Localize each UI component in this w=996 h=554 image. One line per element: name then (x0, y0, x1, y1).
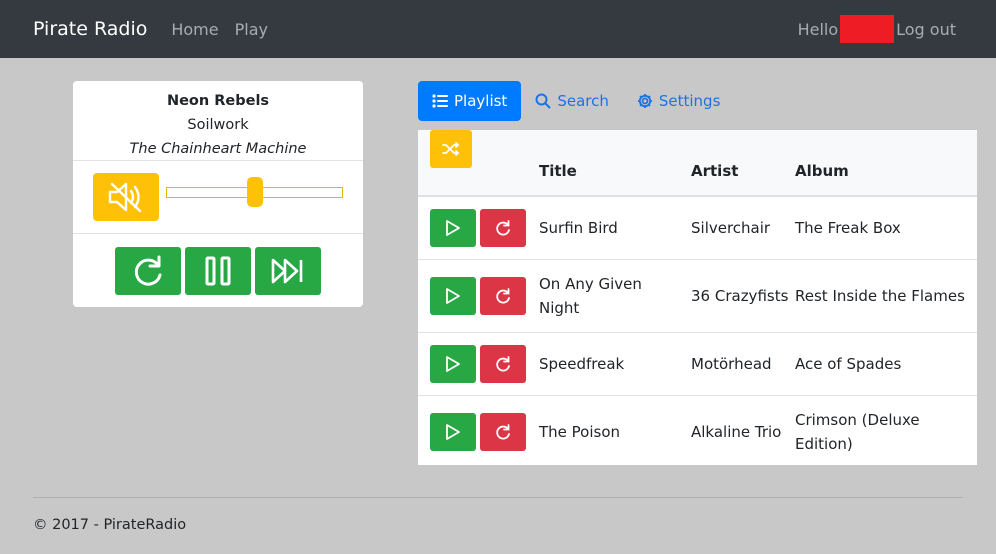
nav-link-home[interactable]: Home (171, 20, 218, 39)
replay-song-button[interactable] (480, 344, 526, 383)
tab-search-label: Search (557, 92, 609, 110)
song-title: On Any Given Night (539, 274, 642, 317)
table-row: On Any Given Night 36 Crazyfists Rest In… (418, 259, 977, 332)
song-album: Rest Inside the Flames (795, 286, 965, 305)
song-artist: Alkaline Trio (691, 422, 782, 441)
artist-column-header[interactable]: Artist (691, 130, 795, 196)
table-row: Speedfreak Motörhead Ace of Spades (418, 332, 977, 395)
tab-search[interactable]: Search (521, 81, 623, 121)
now-playing-artist: Soilwork (187, 117, 249, 133)
skip-forward-button[interactable] (255, 247, 321, 295)
play-icon (446, 219, 460, 236)
tab-bar: Playlist Search Settings (418, 81, 734, 121)
redo-icon (496, 287, 510, 303)
row-actions (418, 196, 539, 259)
row-actions (418, 395, 539, 468)
tab-playlist-label: Playlist (454, 92, 508, 110)
logout-link[interactable]: Log out (896, 20, 956, 39)
song-album: Ace of Spades (795, 354, 902, 373)
song-artist: 36 Crazyfists (691, 286, 789, 305)
row-actions (418, 332, 539, 395)
row-actions (418, 259, 539, 332)
pause-icon (205, 256, 231, 286)
now-playing: Neon Rebels Soilwork The Chainheart Mach… (73, 81, 363, 161)
hello-text: Hello (797, 19, 839, 39)
play-icon (446, 423, 460, 440)
redo-icon (496, 355, 510, 371)
now-playing-title: Neon Rebels (166, 93, 270, 109)
mute-button[interactable] (93, 173, 159, 221)
song-title: Speedfreak (539, 354, 625, 373)
play-song-button[interactable] (430, 276, 476, 315)
song-album: The Freak Box (795, 218, 901, 237)
song-artist: Silverchair (691, 218, 771, 237)
playlist-table: Title Artist Album Surfin Bird Silvercha… (418, 130, 977, 465)
skip-forward-icon (271, 258, 303, 284)
list-icon (432, 94, 448, 108)
tab-settings[interactable]: Settings (623, 81, 735, 121)
replay-song-button[interactable] (480, 412, 526, 451)
redo-icon (496, 219, 510, 236)
redacted-username (840, 15, 895, 43)
song-artist: Motörhead (691, 354, 772, 373)
replay-song-button[interactable] (480, 276, 526, 315)
shuffle-icon (442, 142, 459, 156)
play-song-button[interactable] (430, 208, 476, 247)
nav-link-play[interactable]: Play (235, 20, 268, 39)
volume-row (73, 161, 363, 234)
gear-icon (637, 94, 652, 108)
footer-divider (33, 497, 963, 498)
table-row: Surfin Bird Silverchair The Freak Box (418, 196, 977, 259)
player-controls (115, 247, 321, 295)
actions-header (418, 130, 539, 196)
navbar: Pirate Radio Home Play Hello Log out (0, 0, 996, 58)
shuffle-button[interactable] (430, 130, 472, 168)
player-card: Neon Rebels Soilwork The Chainheart Mach… (73, 81, 363, 307)
table-header-row: Title Artist Album (418, 130, 977, 196)
album-column-header[interactable]: Album (795, 130, 977, 196)
play-icon (446, 355, 460, 372)
play-song-button[interactable] (430, 412, 476, 451)
footer-text: © 2017 - PirateRadio (33, 517, 187, 533)
title-column-header[interactable]: Title (539, 130, 691, 196)
play-icon (446, 287, 460, 304)
song-album: Crimson (Deluxe Edition) (795, 410, 920, 453)
redo-icon (496, 423, 510, 440)
song-title: Surfin Bird (539, 218, 618, 237)
tab-settings-label: Settings (658, 92, 721, 110)
brand-logo[interactable]: Pirate Radio (33, 18, 147, 40)
song-title: The Poison (539, 422, 621, 441)
search-icon (535, 93, 552, 109)
pause-button[interactable] (185, 247, 251, 295)
now-playing-album: The Chainheart Machine (129, 141, 307, 157)
tab-playlist[interactable]: Playlist (418, 81, 522, 121)
user-area: Hello Log out (798, 0, 956, 58)
play-song-button[interactable] (430, 344, 476, 383)
repeat-icon (134, 255, 162, 286)
table-row: The Poison Alkaline Trio Crimson (Deluxe… (418, 395, 977, 468)
replay-song-button[interactable] (480, 208, 526, 247)
repeat-button[interactable] (115, 247, 181, 295)
volume-slider-thumb[interactable] (246, 177, 263, 207)
volume-mute-icon (108, 182, 142, 213)
volume-slider[interactable] (166, 177, 343, 207)
